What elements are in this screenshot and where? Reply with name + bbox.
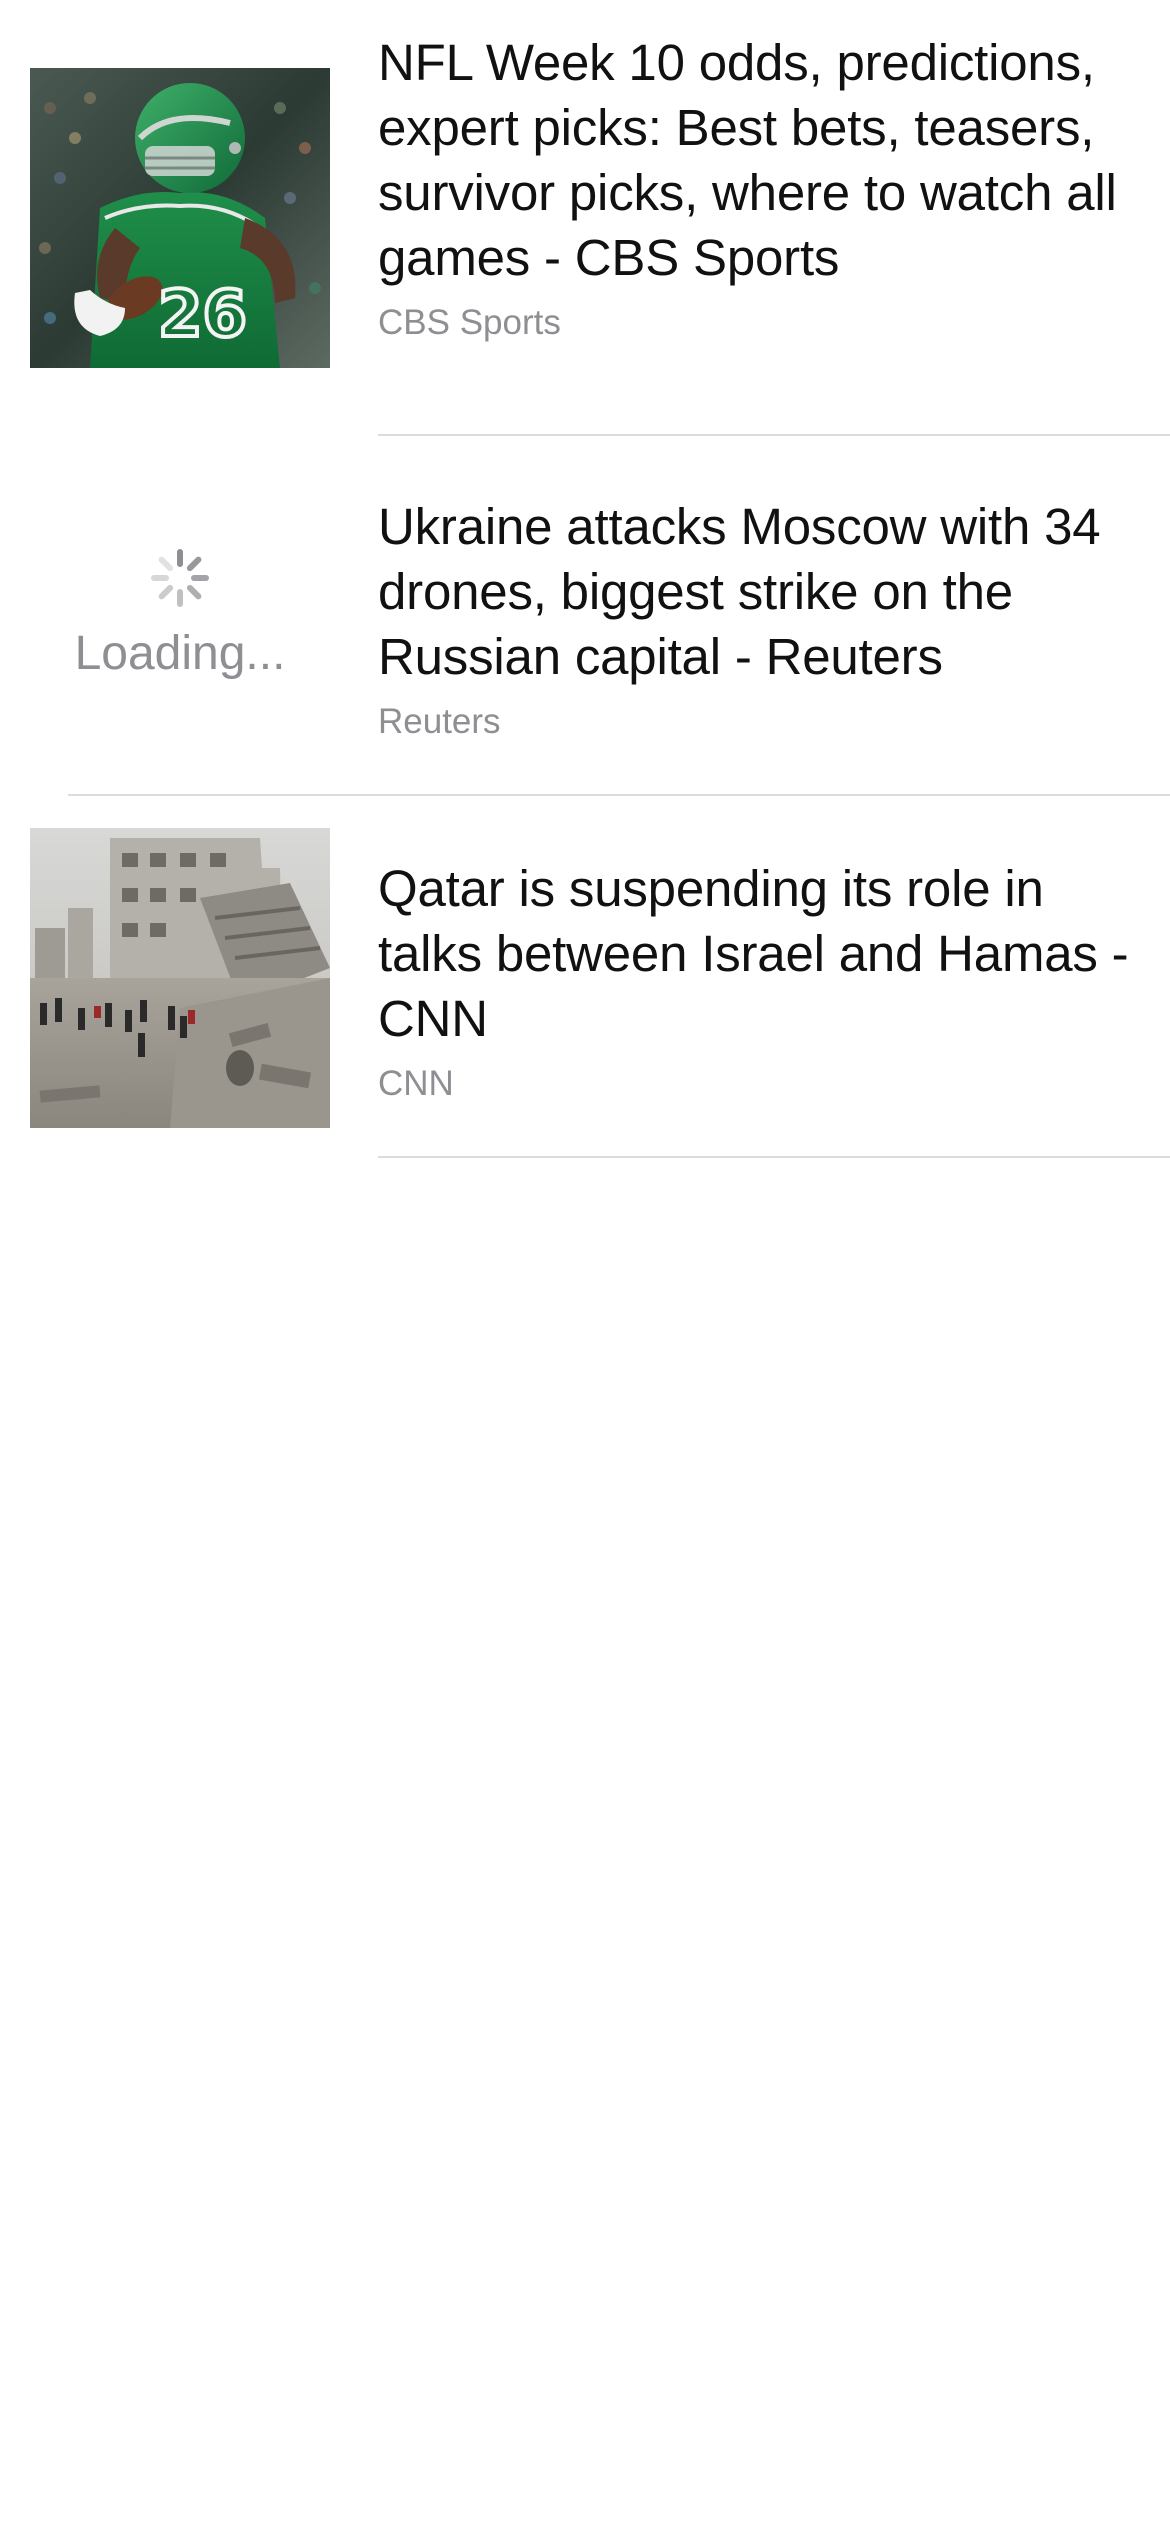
news-row-cbs[interactable]: 26 NFL Week 10 odds, predictions, expert… [0, 0, 1170, 436]
thumbnail-loading-placeholder: Loading... [30, 548, 330, 748]
football-player-image: 26 [30, 68, 330, 368]
loading-spinner-icon [151, 549, 209, 607]
article-source: Reuters [378, 702, 501, 741]
loading-label: Loading... [74, 627, 286, 680]
article-source: CNN [378, 1064, 454, 1103]
article-text: Ukraine attacks Moscow with 34 drones, b… [378, 494, 1158, 743]
article-headline[interactable]: Qatar is suspending its role in talks be… [378, 856, 1158, 1051]
article-source: CBS Sports [378, 303, 561, 342]
article-headline[interactable]: NFL Week 10 odds, predictions, expert pi… [378, 30, 1158, 290]
article-headline[interactable]: Ukraine attacks Moscow with 34 drones, b… [378, 494, 1158, 689]
destroyed-buildings-image [30, 828, 330, 1128]
row-divider [378, 1156, 1170, 1158]
article-text: Qatar is suspending its role in talks be… [378, 856, 1158, 1105]
article-text: NFL Week 10 odds, predictions, expert pi… [378, 30, 1158, 344]
article-thumbnail-football[interactable]: 26 [30, 68, 330, 368]
svg-text:26: 26 [158, 278, 247, 352]
news-row-cnn[interactable]: Qatar is suspending its role in talks be… [0, 796, 1170, 1158]
news-row-reuters[interactable]: Loading... Ukraine attacks Moscow with 3… [0, 436, 1170, 796]
article-thumbnail-rubble[interactable] [30, 828, 330, 1128]
